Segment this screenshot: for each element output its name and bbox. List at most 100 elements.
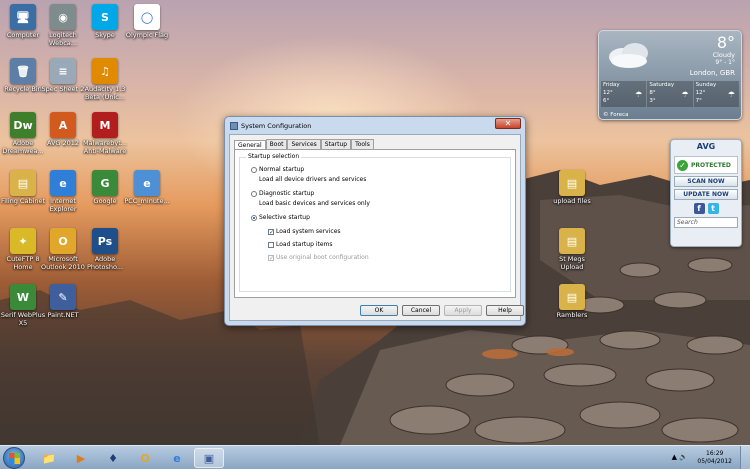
weather-gadget[interactable]: 8° Cloudy 9° - 1° London, GBR Friday 12°… <box>598 30 742 120</box>
load-startup-items-checkbox[interactable]: Load startup items <box>268 241 332 248</box>
twitter-icon[interactable]: t <box>707 203 719 214</box>
desktop-icon-image[interactable]: S <box>92 4 118 30</box>
desktop-icon-image[interactable]: ◉ <box>50 4 76 30</box>
notification-area[interactable]: ▲ 🔊 <box>672 453 688 461</box>
desktop-icon-image[interactable]: e <box>134 170 160 196</box>
desktop-icon-label: PCC_minute... <box>124 197 170 205</box>
taskbar-app[interactable]: ♦ <box>98 448 128 468</box>
desktop-icon[interactable]: ▤ St Megs Upload <box>543 228 601 271</box>
forecast-low: 7° <box>695 98 702 104</box>
desktop-icon-image[interactable]: W <box>10 284 36 310</box>
weather-provider: © Foreca <box>603 112 629 118</box>
close-button[interactable]: ✕ <box>495 118 521 129</box>
desktop-icon-image[interactable]: ▤ <box>559 228 585 254</box>
desktop-icon-image[interactable]: ♫ <box>92 58 118 84</box>
use-original-boot-config-checkbox: ✓ Use original boot configuration <box>268 254 369 261</box>
checkbox-indicator[interactable] <box>268 241 274 248</box>
radio-indicator[interactable] <box>251 214 257 221</box>
scan-now-button[interactable]: SCAN NOW <box>674 176 738 187</box>
desktop-icon[interactable]: Ps Adobe Photosho... <box>76 228 134 271</box>
group-title: Startup selection <box>246 153 302 160</box>
check-icon: ✓ <box>677 159 688 171</box>
desktop-icon-label: Olympic Flag <box>125 31 169 39</box>
desktop-icon[interactable]: ◯ Olympic Flag <box>118 4 176 40</box>
rain-icon: ☂ <box>727 90 735 99</box>
taskbar-internet-explorer[interactable]: e <box>162 448 192 468</box>
desktop-icon-image[interactable]: ▤ <box>559 284 585 310</box>
avg-status-label: PROTECTED <box>691 161 731 169</box>
tab-tools[interactable]: Tools <box>351 139 374 149</box>
taskbar-media-player[interactable]: ▶ <box>66 448 96 468</box>
apply-button: Apply <box>444 305 482 316</box>
checkbox-indicator[interactable]: ✓ <box>268 228 274 235</box>
clock-date: 05/04/2012 <box>697 458 732 465</box>
normal-startup-radio[interactable]: Normal startup <box>251 166 304 173</box>
diagnostic-startup-radio[interactable]: Diagnostic startup <box>251 190 314 197</box>
start-button[interactable] <box>3 447 25 469</box>
desktop-icon[interactable]: ▤ Ramblers <box>543 284 601 320</box>
desktop-icon-image[interactable]: ≡ <box>50 58 76 84</box>
desktop-icon-image[interactable]: Dw <box>10 112 36 138</box>
desktop-icon[interactable]: ♫ Audacity 1.3 Beta (Unic... <box>76 58 134 101</box>
weather-condition: Cloudy <box>712 51 735 59</box>
desktop-icon-image[interactable]: 🖥 <box>10 4 36 30</box>
avg-search-input[interactable]: Search <box>674 217 738 228</box>
forecast-day-name: Saturday <box>649 82 675 88</box>
cancel-button[interactable]: Cancel <box>402 305 440 316</box>
desktop-icon-image[interactable]: G <box>92 170 118 196</box>
radio-indicator[interactable] <box>251 166 257 173</box>
desktop-icon-image[interactable]: 🗑 <box>10 58 36 84</box>
avg-gadget: AVG ✓ PROTECTED SCAN NOW UPDATE NOW f t … <box>670 139 742 247</box>
tab-boot[interactable]: Boot <box>265 139 288 149</box>
load-system-services-checkbox[interactable]: ✓ Load system services <box>268 228 341 235</box>
forecast-day: Saturday 8° 3° ☂ <box>647 81 694 107</box>
desktop-icon-image[interactable]: M <box>92 112 118 138</box>
desktop-icon-image[interactable]: ✦ <box>10 228 36 254</box>
tab-strip: General Boot Services Startup Tools <box>234 139 374 150</box>
checkbox-label: Use original boot configuration <box>276 254 369 261</box>
title-bar[interactable]: System Configuration <box>225 117 525 134</box>
checkbox-indicator: ✓ <box>268 254 275 262</box>
weather-range: 9° - 1° <box>715 59 735 66</box>
desktop-icon[interactable]: ▤ upload files <box>543 170 601 206</box>
desktop-icon[interactable]: M Malwarebyt... Anti-Malware <box>76 112 134 155</box>
taskbar-outlook[interactable]: O <box>130 448 160 468</box>
desktop-icon-image[interactable]: ▤ <box>559 170 585 196</box>
option-description: Load all device drivers and services <box>259 176 367 183</box>
facebook-icon[interactable]: f <box>693 203 705 214</box>
system-configuration-window: System Configuration ✕ General Boot Serv… <box>224 116 526 326</box>
desktop-icon-label: Adobe Photosho... <box>86 255 124 271</box>
tab-services[interactable]: Services <box>287 139 321 149</box>
checkbox-label: Load system services <box>276 228 341 235</box>
desktop-icon-image[interactable]: e <box>50 170 76 196</box>
taskbar-explorer[interactable]: 📁 <box>34 448 64 468</box>
rain-icon: ☂ <box>635 90 643 99</box>
desktop-icon-image[interactable]: Ps <box>92 228 118 254</box>
desktop-icon-image[interactable]: ◯ <box>134 4 160 30</box>
selective-startup-radio[interactable]: Selective startup <box>251 214 310 221</box>
help-button[interactable]: Help <box>486 305 524 316</box>
radio-indicator[interactable] <box>251 190 257 197</box>
ok-button[interactable]: OK <box>360 305 398 316</box>
desktop-icon-image[interactable]: ▤ <box>10 170 36 196</box>
avg-social: f t <box>671 203 741 214</box>
rain-icon: ☂ <box>681 90 689 99</box>
desktop-icon-label: upload files <box>553 197 591 205</box>
tab-startup[interactable]: Startup <box>320 139 352 149</box>
forecast-day: Sunday 12° 7° ☂ <box>694 81 739 107</box>
startup-selection-group: Startup selection Normal startup Load al… <box>239 153 511 292</box>
avg-logo: AVG <box>696 142 716 151</box>
taskbar: 📁 ▶ ♦ O e ▣ ▲ 🔊 16:29 05/04/2012 <box>0 445 750 469</box>
desktop-icon-image[interactable]: ✎ <box>50 284 76 310</box>
desktop-icon-image[interactable]: A <box>50 112 76 138</box>
cloud-icon <box>609 43 648 68</box>
clock[interactable]: 16:29 05/04/2012 <box>697 450 732 466</box>
desktop-icon[interactable]: e PCC_minute... <box>118 170 176 206</box>
desktop-icon-image[interactable]: O <box>50 228 76 254</box>
forecast-high: 8° <box>649 90 656 96</box>
forecast-high: 12° <box>603 90 613 96</box>
show-desktop-button[interactable] <box>740 446 750 469</box>
desktop-icon[interactable]: ✎ Paint.NET <box>34 284 92 320</box>
update-now-button[interactable]: UPDATE NOW <box>674 189 738 200</box>
taskbar-system-configuration[interactable]: ▣ <box>194 448 224 468</box>
